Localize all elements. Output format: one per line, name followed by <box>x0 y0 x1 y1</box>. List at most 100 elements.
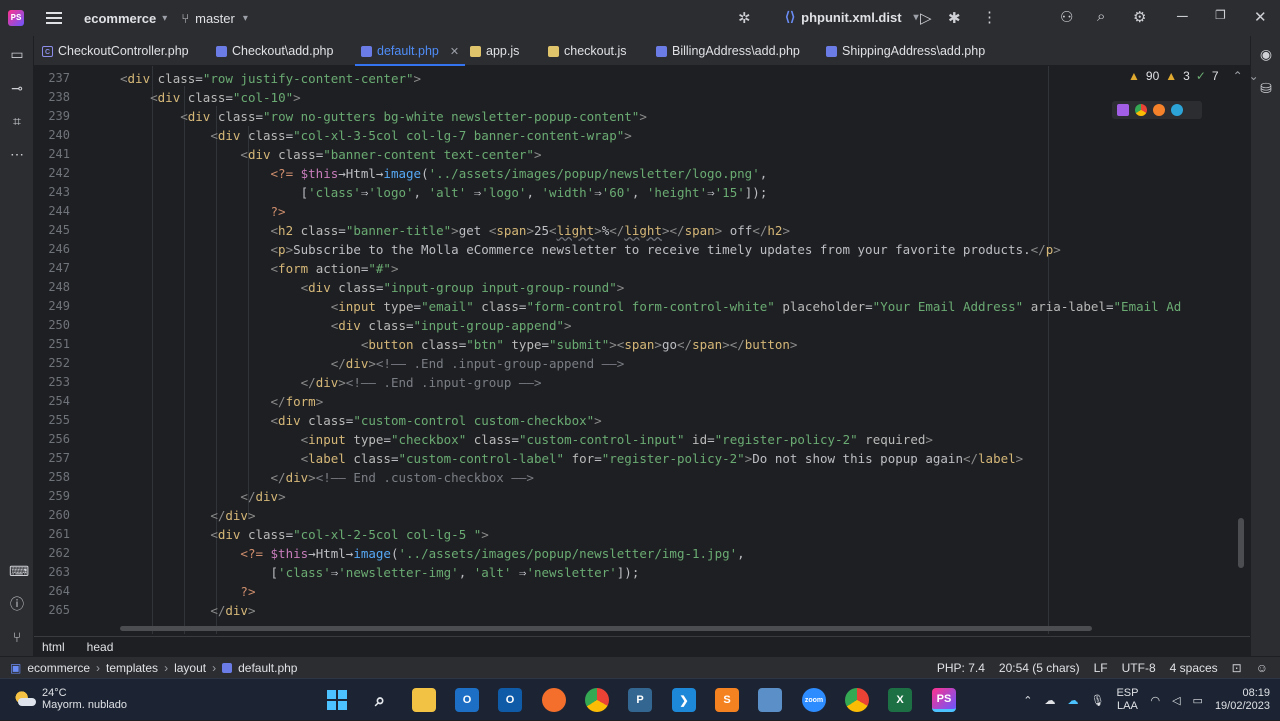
chevron-down-icon[interactable]: ▾ <box>162 13 167 24</box>
line-number[interactable]: 253 <box>34 375 70 389</box>
line-number[interactable]: 246 <box>34 242 70 256</box>
line-number[interactable]: 248 <box>34 280 70 294</box>
wifi-icon[interactable]: ◠ <box>1150 694 1160 707</box>
sublime-icon[interactable]: S <box>715 688 739 712</box>
onedrive-business-icon[interactable]: ☁ <box>1067 694 1078 707</box>
php-version[interactable]: PHP: 7.4 <box>937 661 985 675</box>
inspector-icon[interactable]: ☺ <box>1256 661 1268 675</box>
firefox-icon[interactable] <box>542 688 566 712</box>
close-window-icon[interactable]: ✕ <box>1254 8 1267 26</box>
phpstorm-taskbar-icon[interactable]: PS <box>932 688 956 712</box>
line-number[interactable]: 238 <box>34 90 70 104</box>
tab-app-js[interactable]: app.js <box>470 36 519 66</box>
debug-bug-icon[interactable]: ✲ <box>738 9 751 27</box>
line-number[interactable]: 261 <box>34 527 70 541</box>
clock[interactable]: 08:19 19/02/2023 <box>1215 687 1270 713</box>
structure-icon[interactable]: ⌗ <box>9 113 25 129</box>
database-icon[interactable]: ⛁ <box>1258 80 1274 96</box>
line-number[interactable]: 263 <box>34 565 70 579</box>
line-number[interactable]: 249 <box>34 299 70 313</box>
line-number[interactable]: 251 <box>34 337 70 351</box>
tab-checkoutcontroller[interactable]: C CheckoutController.php <box>42 36 189 66</box>
file-explorer-icon[interactable] <box>412 688 436 712</box>
line-number[interactable]: 242 <box>34 166 70 180</box>
minimize-window-icon[interactable]: ─ <box>1177 8 1188 25</box>
commit-icon[interactable]: ⊸ <box>9 80 25 96</box>
line-number[interactable]: 243 <box>34 185 70 199</box>
windows-start-icon[interactable] <box>325 688 349 712</box>
line-number[interactable]: 247 <box>34 261 70 275</box>
problems-icon[interactable]: ⓘ <box>9 596 25 612</box>
line-number[interactable]: 244 <box>34 204 70 218</box>
zoom-icon[interactable]: zoom <box>802 688 826 712</box>
chevron-up-icon[interactable]: ⌃ <box>1023 694 1032 707</box>
line-number[interactable]: 237 <box>34 71 70 85</box>
chevron-up-icon[interactable]: ⌃ <box>1233 69 1243 83</box>
project-name[interactable]: ecommerce <box>84 11 156 26</box>
more-actions-icon[interactable]: ⋮ <box>982 8 997 26</box>
path-segment[interactable]: templates <box>106 661 158 675</box>
debug-icon[interactable]: ✱ <box>948 9 961 27</box>
line-number[interactable]: 265 <box>34 603 70 617</box>
vertical-scrollbar-thumb[interactable] <box>1238 518 1244 568</box>
path-segment[interactable]: ecommerce <box>27 661 90 675</box>
add-user-icon[interactable]: ⚇ <box>1060 8 1073 26</box>
caret-position[interactable]: 20:54 (5 chars) <box>999 661 1080 675</box>
line-number[interactable]: 257 <box>34 451 70 465</box>
indent-setting[interactable]: 4 spaces <box>1170 661 1218 675</box>
line-number[interactable]: 254 <box>34 394 70 408</box>
tab-shippingaddress-add[interactable]: ShippingAddress\add.php <box>826 36 985 66</box>
breadcrumb-item[interactable]: head <box>87 640 114 654</box>
line-number[interactable]: 260 <box>34 508 70 522</box>
microphone-icon[interactable]: 🎙 <box>1090 694 1104 707</box>
image-viewer-icon[interactable] <box>758 688 782 712</box>
outlook-icon[interactable]: O <box>455 688 479 712</box>
main-menu-icon[interactable] <box>46 12 62 24</box>
vscode-icon[interactable]: ❯ <box>672 688 696 712</box>
breadcrumb-item[interactable]: html <box>42 640 65 654</box>
path-segment[interactable]: layout <box>174 661 206 675</box>
line-number[interactable]: 239 <box>34 109 70 123</box>
horizontal-scrollbar[interactable] <box>120 626 1092 631</box>
postgres-icon[interactable]: P <box>628 688 652 712</box>
chrome-profile-icon[interactable] <box>845 688 869 712</box>
weather-widget[interactable]: 24°C Mayorm. nublado <box>14 687 127 711</box>
edge-icon[interactable] <box>1171 104 1183 116</box>
line-number[interactable]: 259 <box>34 489 70 503</box>
run-icon[interactable]: ▷ <box>920 9 932 27</box>
file-encoding[interactable]: UTF-8 <box>1122 661 1156 675</box>
run-configuration-selector[interactable]: ⟨⟩ phpunit.xml.dist ▾ <box>785 9 919 25</box>
phpstorm-logo-icon[interactable]: PS <box>8 10 24 26</box>
battery-icon[interactable]: ▭ <box>1193 694 1203 707</box>
path-segment[interactable]: default.php <box>238 661 297 675</box>
code-editor[interactable]: 237 238 239 240 241 242 243 244 245 246 247 248 249 2… <box>34 66 1250 634</box>
inspection-widget[interactable]: ▲ 90 ▲ 3 ✓ 7 ⌃ ⌄ <box>1128 69 1259 83</box>
outlook-new-icon[interactable]: O <box>498 688 522 712</box>
search-icon[interactable]: ⌕ <box>1097 8 1105 25</box>
line-number[interactable]: 255 <box>34 413 70 427</box>
close-tab-icon[interactable]: ✕ <box>450 45 459 58</box>
excel-icon[interactable]: X <box>888 688 912 712</box>
firefox-icon[interactable] <box>1153 104 1165 116</box>
settings-gear-icon[interactable]: ⚙ <box>1133 8 1146 26</box>
line-number[interactable]: 241 <box>34 147 70 161</box>
language-indicator[interactable]: ESP LAA <box>1116 687 1138 713</box>
line-number[interactable]: 250 <box>34 318 70 332</box>
tab-checkout-js[interactable]: checkout.js <box>548 36 627 66</box>
git-icon[interactable]: ⑂ <box>9 629 25 645</box>
tab-default-php[interactable]: default.php ✕ <box>354 36 466 66</box>
line-number[interactable]: 264 <box>34 584 70 598</box>
lock-icon[interactable]: ⊡ <box>1232 661 1242 675</box>
vcs-branch-widget[interactable]: ⑂ master ▾ <box>181 11 248 26</box>
tab-checkout-add[interactable]: Checkout\add.php <box>216 36 333 66</box>
line-number[interactable]: 258 <box>34 470 70 484</box>
line-number[interactable]: 256 <box>34 432 70 446</box>
line-number[interactable]: 262 <box>34 546 70 560</box>
line-number[interactable]: 245 <box>34 223 70 237</box>
notifications-icon[interactable]: ◉ <box>1258 46 1274 62</box>
chrome-icon[interactable] <box>1135 104 1147 116</box>
line-separator[interactable]: LF <box>1094 661 1108 675</box>
onedrive-icon[interactable]: ☁ <box>1044 694 1055 707</box>
restore-window-icon[interactable]: ❐ <box>1215 8 1226 22</box>
line-number[interactable]: 252 <box>34 356 70 370</box>
